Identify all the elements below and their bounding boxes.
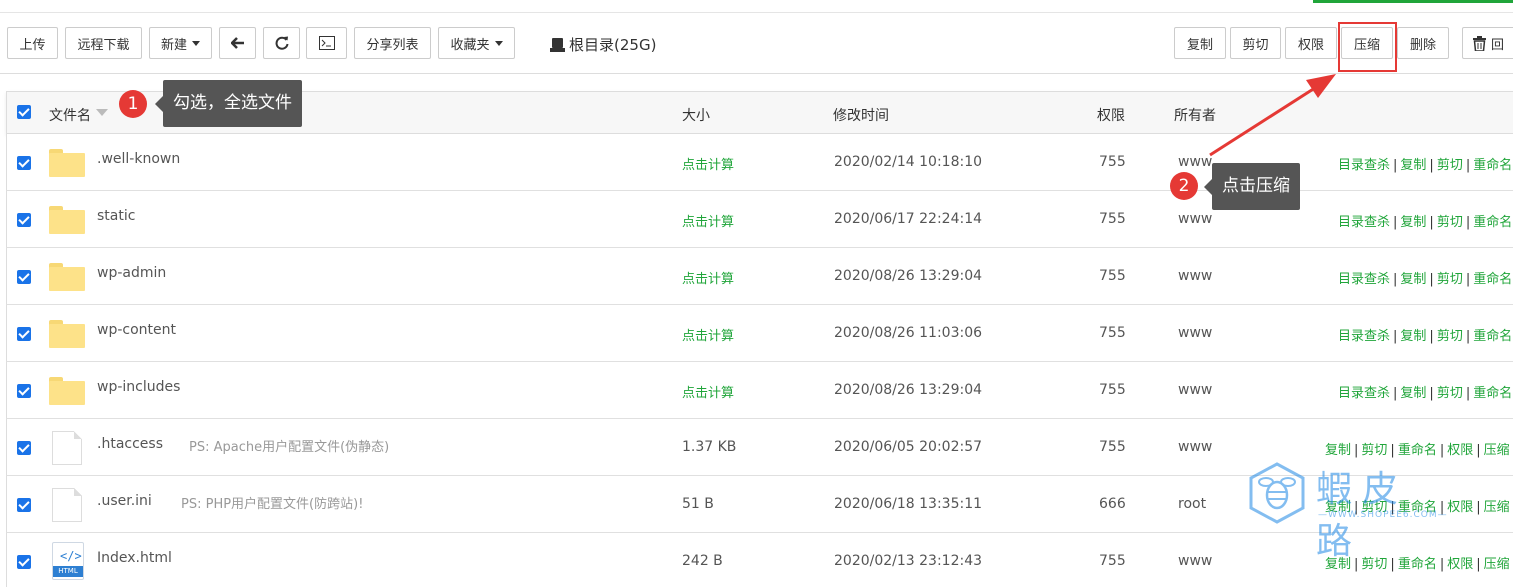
bee-logo-icon [1249,462,1305,524]
step2-tooltip: 点击压缩 [1204,163,1300,210]
step1-text: 勾选，全选文件 [173,93,292,113]
watermark: 蝦皮路 —WWW.SHOPEE6.COM— [1248,460,1448,562]
step1-tooltip: 勾选，全选文件 [155,80,302,127]
watermark-sub: —WWW.SHOPEE6.COM— [1318,510,1448,520]
step1-badge: 1 [119,90,147,118]
file-manager: 上传 远程下载 新建 分享列表 收藏夹 根目录(25G) 复制 剪切 权限 压缩… [0,0,1513,587]
step2-text: 点击压缩 [1222,176,1290,196]
step2-badge: 2 [1170,172,1198,200]
